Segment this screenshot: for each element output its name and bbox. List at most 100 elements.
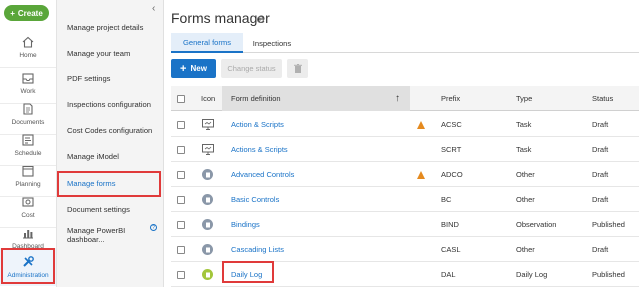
col-header-type[interactable]: Type	[516, 86, 532, 111]
daily-log-highlight	[222, 261, 274, 283]
type-cell: Daily Log	[516, 270, 548, 279]
prefix-cell: DAL	[441, 270, 456, 279]
status-cell: Draft	[592, 145, 609, 154]
submenu-item-pdf-settings[interactable]: PDF settings	[57, 65, 164, 91]
select-all-checkbox[interactable]	[177, 86, 185, 111]
trash-icon	[293, 64, 302, 73]
new-label: New	[190, 64, 207, 73]
help-icon[interactable]: ?	[150, 224, 157, 231]
form-definition-link[interactable]: Action & Scripts	[231, 112, 284, 137]
table-row[interactable]: Advanced Controls ADCO Other Draft	[171, 162, 639, 187]
prefix-cell: SCRT	[441, 145, 462, 154]
warning-icon	[417, 162, 425, 187]
row-icon-cell	[202, 262, 213, 287]
table-row[interactable]: Bindings BIND Observation Published	[171, 212, 639, 237]
form-definition-link[interactable]: Basic Controls	[231, 187, 279, 212]
row-icon-cell	[202, 187, 213, 212]
create-label: Create	[17, 8, 43, 18]
prefix-cell: BIND	[441, 220, 459, 229]
row-checkbox[interactable]	[177, 187, 185, 212]
plus-icon: +	[10, 8, 15, 18]
rail-item-label: Home	[19, 51, 37, 59]
warning-icon	[417, 112, 425, 137]
status-cell: Published	[592, 270, 625, 279]
form-icon	[202, 169, 213, 180]
status-cell: Draft	[592, 195, 609, 204]
table-header: Icon Form definition ↑ Prefix Type Statu…	[171, 86, 639, 111]
status-cell: Draft	[592, 170, 609, 179]
tab-bar: General forms Inspections	[171, 33, 639, 53]
table-row[interactable]: Action & Scripts ACSC Task Draft	[171, 112, 639, 137]
daily-log-form-icon	[202, 269, 213, 280]
submenu-item-imodel[interactable]: Manage iModel	[57, 143, 164, 169]
prefix-cell: ADCO	[441, 170, 463, 179]
row-checkbox[interactable]	[177, 237, 185, 262]
col-header-status[interactable]: Status	[592, 86, 613, 111]
type-cell: Task	[516, 120, 532, 129]
form-definition-link[interactable]: Advanced Controls	[231, 162, 294, 187]
cost-icon	[22, 196, 34, 207]
row-icon-cell	[202, 237, 213, 262]
submenu-item-team[interactable]: Manage your team	[57, 40, 164, 66]
type-cell: Other	[516, 170, 535, 179]
row-checkbox[interactable]	[177, 212, 185, 237]
monitor-icon	[202, 119, 214, 130]
prefix-cell: CASL	[441, 245, 461, 254]
status-cell: Draft	[592, 245, 609, 254]
manage-forms-highlight	[57, 171, 161, 197]
row-checkbox[interactable]	[177, 162, 185, 187]
plus-icon: +	[180, 62, 187, 75]
create-button[interactable]: + Create	[4, 5, 49, 21]
change-status-button[interactable]: Change status	[221, 59, 282, 78]
tab-general-forms[interactable]: General forms	[171, 33, 243, 53]
row-icon-cell	[202, 137, 214, 162]
row-checkbox[interactable]	[177, 112, 185, 137]
planning-icon	[22, 165, 34, 177]
col-header-prefix[interactable]: Prefix	[441, 86, 460, 111]
row-icon-cell	[202, 162, 213, 187]
new-button[interactable]: + New	[171, 59, 216, 78]
form-definition-link[interactable]: Cascading Lists	[231, 237, 284, 262]
prefix-cell: ACSC	[441, 120, 462, 129]
type-cell: Task	[516, 145, 532, 154]
type-cell: Other	[516, 245, 535, 254]
row-checkbox[interactable]	[177, 262, 185, 287]
form-icon	[202, 219, 213, 230]
form-definition-link[interactable]: Bindings	[231, 212, 260, 237]
icon-rail: + Create Home Work Documents Schedule Pl…	[0, 0, 57, 287]
row-icon-cell	[202, 212, 213, 237]
status-cell: Published	[592, 220, 625, 229]
status-cell: Draft	[592, 120, 609, 129]
submenu-item-document-settings[interactable]: Document settings	[57, 196, 164, 222]
table-row[interactable]: Actions & Scripts SCRT Task Draft	[171, 137, 639, 162]
monitor-icon	[202, 144, 214, 155]
col-header-form-definition[interactable]: Form definition ↑	[222, 86, 410, 111]
table-row[interactable]: Cascading Lists CASL Other Draft	[171, 237, 639, 262]
col-header-icon: Icon	[201, 94, 216, 103]
form-icon	[202, 194, 213, 205]
submenu-item-project-details[interactable]: Manage project details	[57, 14, 164, 40]
delete-button[interactable]	[287, 59, 308, 78]
prefix-cell: BC	[441, 195, 452, 204]
page-title: Forms manager	[171, 10, 270, 26]
dashboard-icon	[23, 229, 33, 238]
row-checkbox[interactable]	[177, 137, 185, 162]
col-header-form-definition-label: Form definition	[231, 94, 281, 103]
schedule-icon	[22, 133, 34, 146]
info-icon[interactable]: i	[257, 16, 264, 23]
row-icon-cell	[202, 112, 214, 137]
type-cell: Other	[516, 195, 535, 204]
sort-arrow-up-icon: ↑	[395, 93, 400, 104]
form-definition-link[interactable]: Actions & Scripts	[231, 137, 288, 162]
administration-highlight	[1, 248, 55, 284]
collapse-chevron-icon[interactable]: ‹	[152, 3, 155, 14]
type-cell: Observation	[516, 220, 557, 229]
documents-icon	[23, 102, 33, 115]
table-row[interactable]: Basic Controls BC Other Draft	[171, 187, 639, 212]
submenu-item-cost-codes[interactable]: Cost Codes configuration	[57, 117, 164, 143]
submenu-item-powerbi[interactable]: Manage PowerBI dashboar...	[57, 222, 164, 248]
home-icon	[22, 36, 34, 48]
submenu-item-inspections-config[interactable]: Inspections configuration	[57, 91, 164, 117]
form-icon	[202, 244, 213, 255]
tab-inspections[interactable]: Inspections	[243, 33, 301, 53]
